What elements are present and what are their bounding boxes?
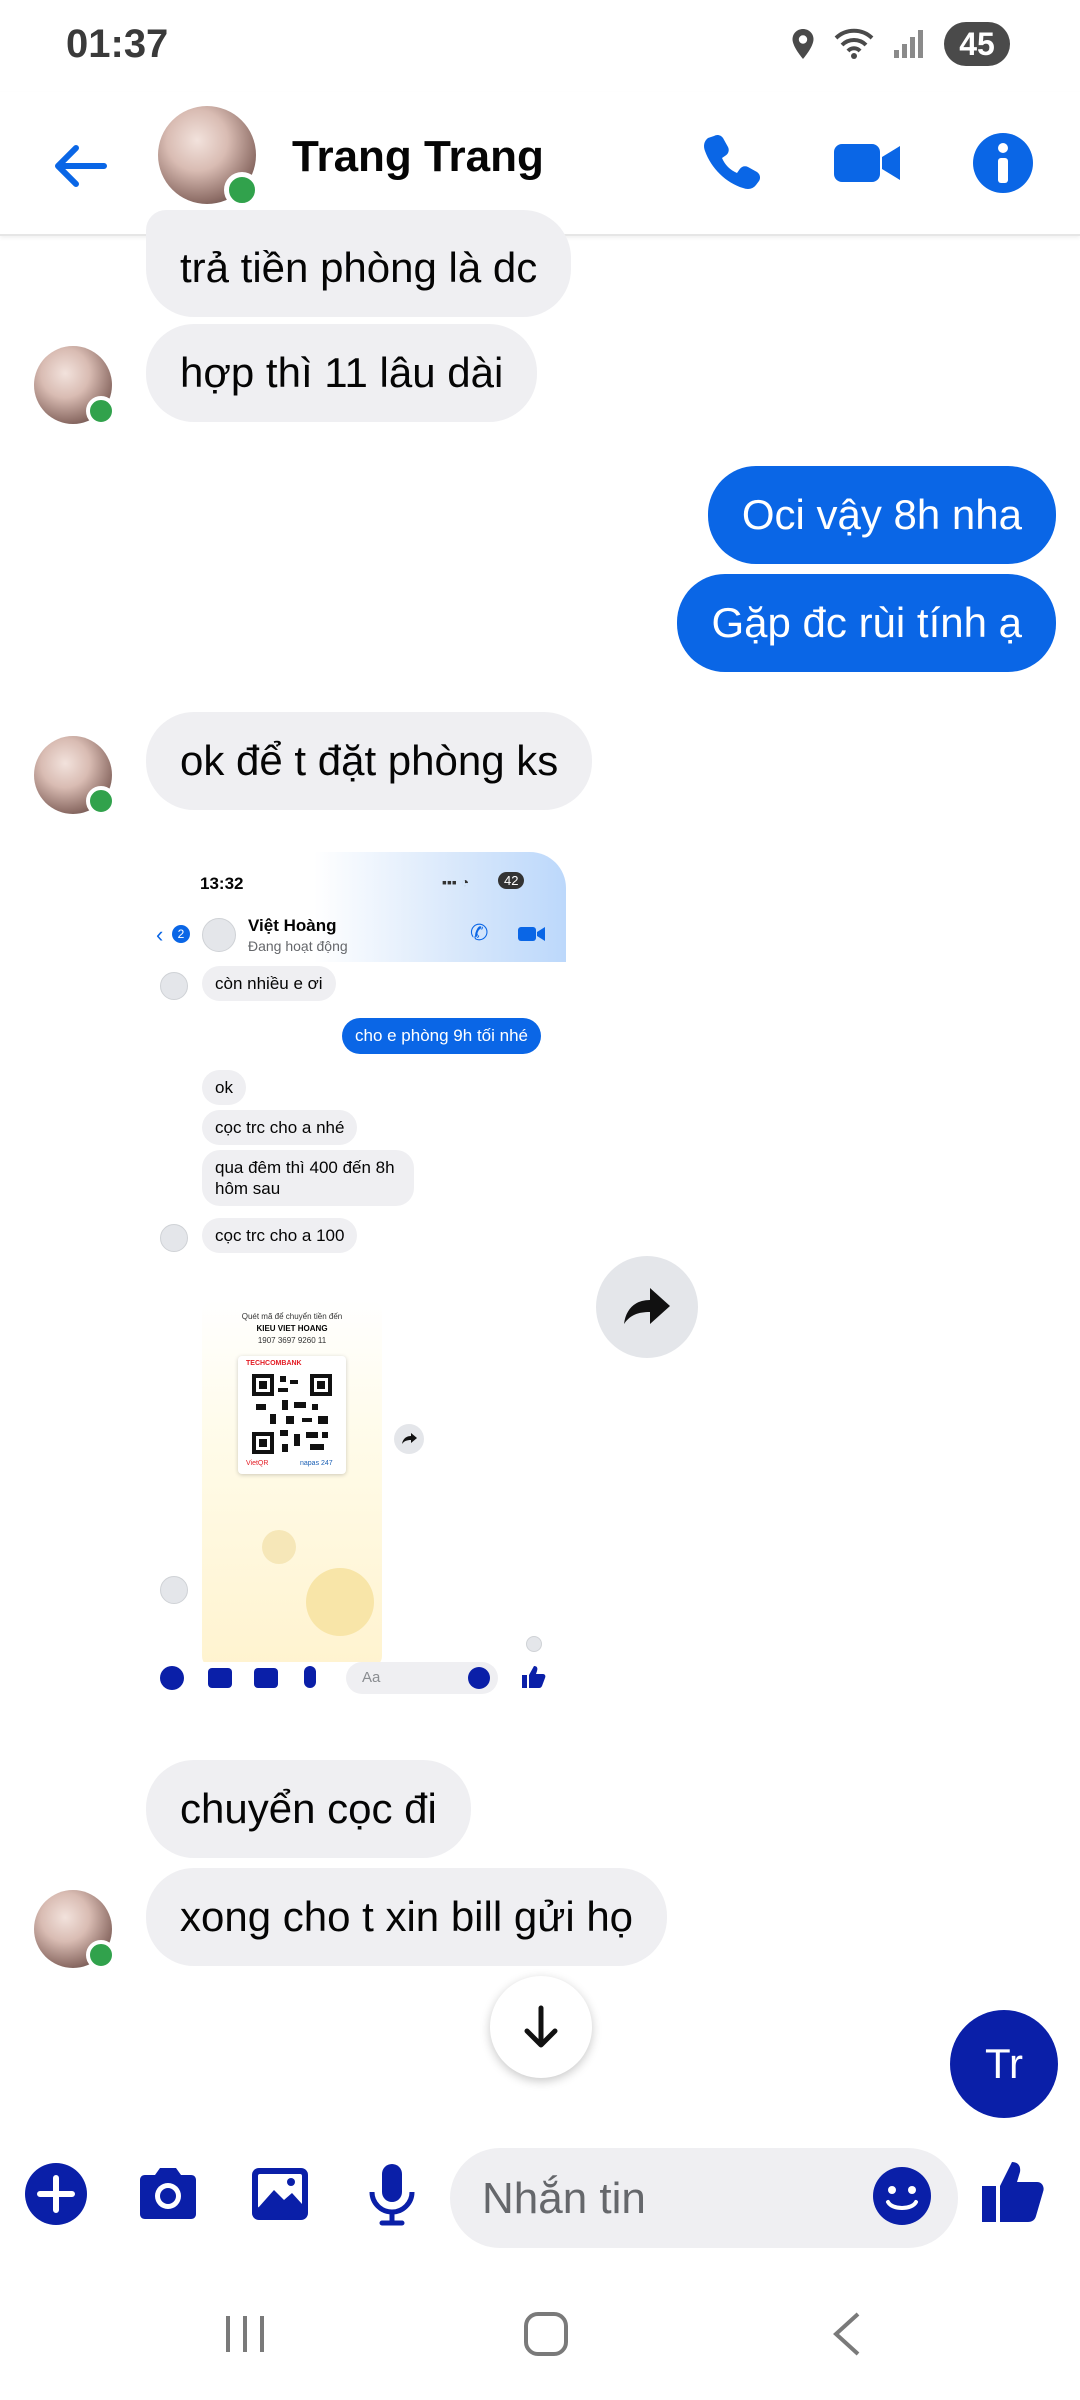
screenshot-gallery-icon xyxy=(254,1668,278,1688)
qr-frame: TECHCOMBANK VietQR napas 247 xyxy=(238,1356,346,1474)
status-icons: 45 xyxy=(790,22,1010,66)
screenshot-avatar-small xyxy=(160,1576,188,1604)
back-arrow-icon[interactable] xyxy=(46,132,114,200)
online-indicator xyxy=(224,172,260,208)
camera-icon[interactable] xyxy=(134,2160,202,2228)
microphone-icon[interactable] xyxy=(358,2160,426,2228)
back-nav-icon[interactable] xyxy=(828,2310,868,2358)
screenshot-input-placeholder: Aa xyxy=(362,1669,381,1686)
online-indicator xyxy=(86,786,116,816)
screenshot-avatar xyxy=(202,918,236,952)
screenshot-message: qua đêm thì 400 đến 8h hôm sau xyxy=(202,1150,414,1206)
message-outgoing[interactable]: Gặp đc rùi tính ạ xyxy=(677,574,1056,672)
qr-footer-right: napas 247 xyxy=(300,1460,333,1467)
qr-footer-left: VietQR xyxy=(246,1460,269,1467)
screenshot-contact-name: Việt Hoàng xyxy=(248,916,337,935)
qr-caption: Quét mã để chuyển tiền đến xyxy=(241,1312,343,1321)
online-indicator xyxy=(86,396,116,426)
screenshot-back-icon: ‹ xyxy=(156,922,164,947)
arrow-down-icon xyxy=(524,2005,558,2048)
emoji-icon[interactable] xyxy=(870,2164,934,2228)
screenshot-message: cọc trc cho a 100 xyxy=(202,1218,358,1253)
screenshot-contact-status: Đang hoạt động xyxy=(248,938,348,954)
screenshot-avatar-small xyxy=(160,972,188,1000)
recent-apps-icon[interactable] xyxy=(222,2310,268,2358)
coin-decoration xyxy=(306,1568,374,1636)
screenshot-message: cọc trc cho a nhé xyxy=(202,1110,358,1145)
screenshot-battery: 42 xyxy=(498,872,525,889)
qr-recipient: KIEU VIET HOANG xyxy=(256,1324,328,1333)
screenshot-plus-icon xyxy=(160,1666,184,1690)
forward-button[interactable] xyxy=(596,1256,698,1358)
screenshot-avatar-small xyxy=(160,1224,188,1252)
location-icon xyxy=(792,29,814,59)
home-icon[interactable] xyxy=(522,2310,570,2358)
signal-icon xyxy=(894,30,923,58)
battery-indicator: 45 xyxy=(944,22,1010,66)
screenshot-emoji-icon xyxy=(468,1667,490,1689)
screenshot-message-outgoing: cho e phòng 9h tối nhé xyxy=(342,1018,541,1054)
screenshot-phone-icon: ✆ xyxy=(470,920,489,945)
screenshot-status-icons: ▪▪▪ ◔ xyxy=(442,874,470,890)
screenshot-time: 13:32 xyxy=(200,874,244,893)
scroll-to-bottom-button[interactable] xyxy=(490,1976,592,2078)
bank-logo: TECHCOMBANK xyxy=(246,1360,302,1367)
screenshot-video-icon xyxy=(518,927,545,941)
screenshot-seen-avatar xyxy=(526,1636,542,1652)
screenshot-message: ok xyxy=(202,1070,246,1105)
wifi-icon xyxy=(834,28,874,59)
chat-head-bubble[interactable]: Tr xyxy=(950,2010,1058,2118)
screenshot-back-badge: 2 xyxy=(172,925,190,943)
screenshot-input: Aa xyxy=(346,1662,498,1694)
plus-icon[interactable] xyxy=(22,2160,90,2228)
online-indicator xyxy=(86,1940,116,1970)
screenshot-message: còn nhiều e ơi xyxy=(202,966,336,1001)
message-incoming[interactable]: xong cho t xin bill gửi họ xyxy=(146,1868,668,1966)
message-outgoing[interactable]: Oci vậy 8h nha xyxy=(707,466,1056,564)
qr-account-number: 1907 3697 9260 11 xyxy=(257,1336,327,1345)
info-icon[interactable] xyxy=(968,128,1038,198)
message-incoming[interactable]: ok để t đặt phòng ks xyxy=(146,712,593,810)
screenshot-mic-icon xyxy=(304,1666,316,1688)
shared-screenshot-image[interactable]: 13:32 ▪▪▪ ◔ 42 ‹ 2 Việt Hoàng Đang hoạt … xyxy=(146,852,566,1704)
video-call-icon[interactable] xyxy=(832,128,904,198)
screenshot-forward-arrow xyxy=(402,1433,417,1444)
forward-arrow-icon xyxy=(624,1288,670,1324)
message-input-placeholder: Nhắn tin xyxy=(482,2174,646,2223)
screenshot-like-icon xyxy=(522,1666,546,1688)
coin-decoration xyxy=(262,1530,296,1564)
phone-icon[interactable] xyxy=(696,128,766,198)
message-incoming[interactable]: trả tiền phòng là dc xyxy=(146,210,572,317)
like-thumb-icon[interactable] xyxy=(978,2156,1050,2228)
screenshot-camera-icon xyxy=(208,1668,232,1688)
screenshot-composer: Aa xyxy=(146,1662,566,1704)
qr-code-icon xyxy=(252,1374,332,1454)
screenshot-qr-card: Quét mã để chuyển tiền đến KIEU VIET HOA… xyxy=(202,1300,382,1668)
message-incoming[interactable]: hợp thì 11 lâu dài xyxy=(146,324,538,422)
status-time: 01:37 xyxy=(66,22,169,66)
message-incoming[interactable]: chuyển cọc đi xyxy=(146,1760,471,1858)
contact-name[interactable]: Trang Trang xyxy=(292,132,544,182)
gallery-icon[interactable] xyxy=(246,2160,314,2228)
